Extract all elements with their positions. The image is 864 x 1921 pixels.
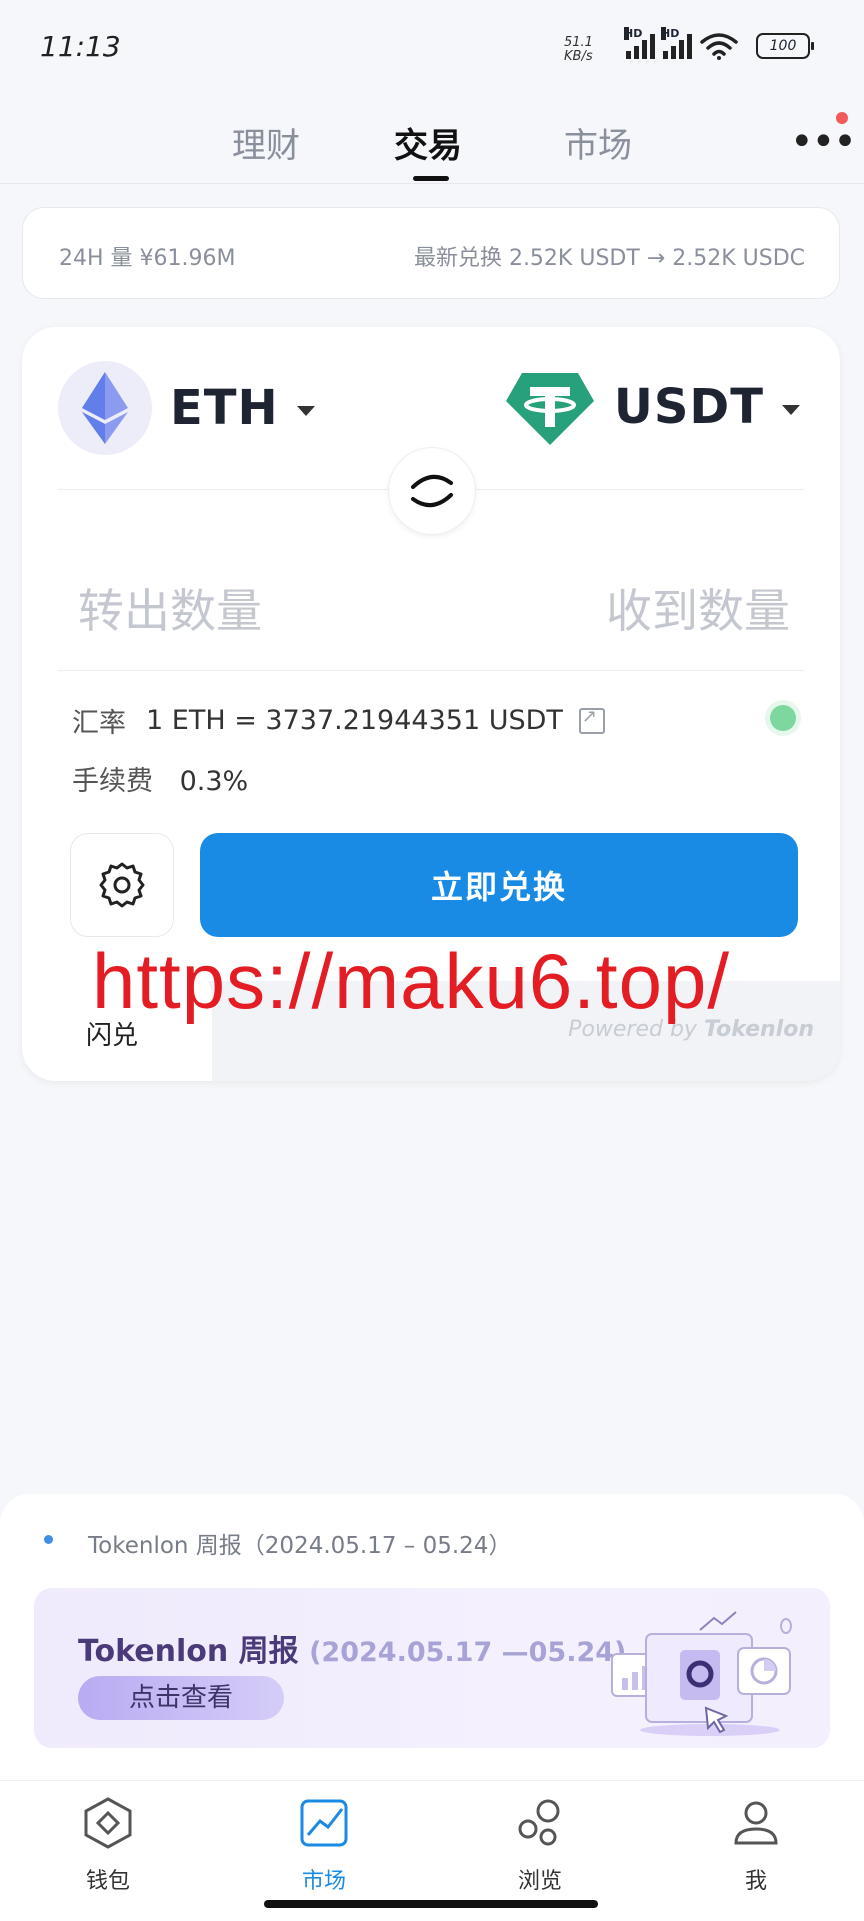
tab-trade[interactable]: 交易 xyxy=(394,118,462,167)
nav-wallet-label: 钱包 xyxy=(85,1869,130,1894)
market-ticker[interactable]: 24H 量 ¥61.96M 最新兑换 2.52K USDT → 2.52K US… xyxy=(22,207,840,299)
notification-dot xyxy=(836,112,848,124)
hd-label: HD xyxy=(661,27,680,40)
latest-swap: 最新兑换 2.52K USDT → 2.52K USDC xyxy=(413,246,805,271)
weekly-report-banner[interactable]: Tokenlon 周报 (2024.05.17 —05.24) 点击查看 xyxy=(34,1588,830,1748)
bullet-icon xyxy=(44,1535,53,1544)
fee-value: 0.3% xyxy=(179,766,249,797)
nav-market[interactable]: 市场 xyxy=(264,1795,384,1895)
settings-button[interactable] xyxy=(70,833,174,937)
nav-wallet[interactable]: 钱包 xyxy=(48,1795,168,1895)
signal-icon: HD xyxy=(661,27,692,59)
hd-label: HD xyxy=(624,27,643,40)
fee: 手续费 0.3% xyxy=(72,759,248,798)
wifi-icon xyxy=(700,33,738,60)
battery-icon: 100 xyxy=(756,33,814,59)
watermark-url: https://maku6.top/ xyxy=(92,937,731,1025)
to-token-name: USDT xyxy=(613,379,764,435)
network-speed: 51.1 KB/s xyxy=(564,36,593,64)
nav-profile-label: 我 xyxy=(744,1869,767,1894)
usdt-icon xyxy=(505,373,594,445)
live-status-indicator xyxy=(770,705,796,731)
nav-browse-label: 浏览 xyxy=(517,1869,562,1894)
top-tabs: 理财 交易 市场 xyxy=(0,118,864,184)
nav-market-label: 市场 xyxy=(301,1869,346,1894)
tab-finance[interactable]: 理财 xyxy=(232,118,300,167)
signal-icon: HD xyxy=(624,27,655,59)
active-tab-indicator xyxy=(413,176,449,181)
external-link-icon[interactable] xyxy=(578,706,605,734)
network-speed-value: 51.1 xyxy=(564,35,593,50)
amount-in-input[interactable]: 收到数量 xyxy=(606,575,790,641)
from-token-name: ETH xyxy=(170,380,279,436)
wallet-icon xyxy=(84,1797,132,1849)
banner-dates: (2024.05.17 —05.24) xyxy=(309,1637,627,1668)
status-icons: HD HD 100 xyxy=(624,27,814,60)
chevron-down-icon xyxy=(782,405,800,415)
browse-icon xyxy=(518,1799,560,1846)
home-indicator[interactable] xyxy=(264,1900,598,1908)
market-icon xyxy=(300,1799,348,1847)
profile-icon xyxy=(734,1801,778,1845)
divider xyxy=(58,670,804,671)
banner-title: Tokenlon 周报 (2024.05.17 —05.24) xyxy=(78,1626,626,1670)
report-illustration-icon xyxy=(611,1611,792,1736)
amount-out-input[interactable]: 转出数量 xyxy=(78,575,262,641)
eth-icon xyxy=(58,361,152,455)
exchange-rate: 汇率 1 ETH = 3737.21944351 USDT xyxy=(72,701,605,740)
fee-label: 手续费 xyxy=(72,766,153,797)
nav-browse[interactable]: 浏览 xyxy=(480,1795,600,1895)
gear-icon xyxy=(99,862,145,908)
view-report-button[interactable]: 点击查看 xyxy=(78,1676,284,1720)
from-token-selector[interactable]: ETH xyxy=(58,361,315,455)
more-icon[interactable]: ••• xyxy=(790,122,857,162)
swap-arrows-icon xyxy=(411,475,453,507)
to-token-selector[interactable]: USDT xyxy=(504,361,800,453)
swap-now-button[interactable]: 立即兑换 xyxy=(200,833,798,937)
rate-label: 汇率 xyxy=(72,708,126,739)
status-time: 11:13 xyxy=(40,30,121,63)
rate-value: 1 ETH = 3737.21944351 USDT xyxy=(146,705,563,736)
banner-title-text: Tokenlon 周报 xyxy=(78,1634,299,1669)
volume-24h: 24H 量 ¥61.96M xyxy=(59,246,236,271)
divider xyxy=(0,183,864,184)
chevron-down-icon xyxy=(296,406,315,416)
news-headline[interactable]: Tokenlon 周报（2024.05.17 – 05.24） xyxy=(88,1526,511,1560)
swap-direction-button[interactable] xyxy=(388,447,476,535)
network-speed-unit: KB/s xyxy=(564,49,593,64)
tab-market[interactable]: 市场 xyxy=(564,118,632,167)
nav-profile[interactable]: 我 xyxy=(696,1795,816,1895)
